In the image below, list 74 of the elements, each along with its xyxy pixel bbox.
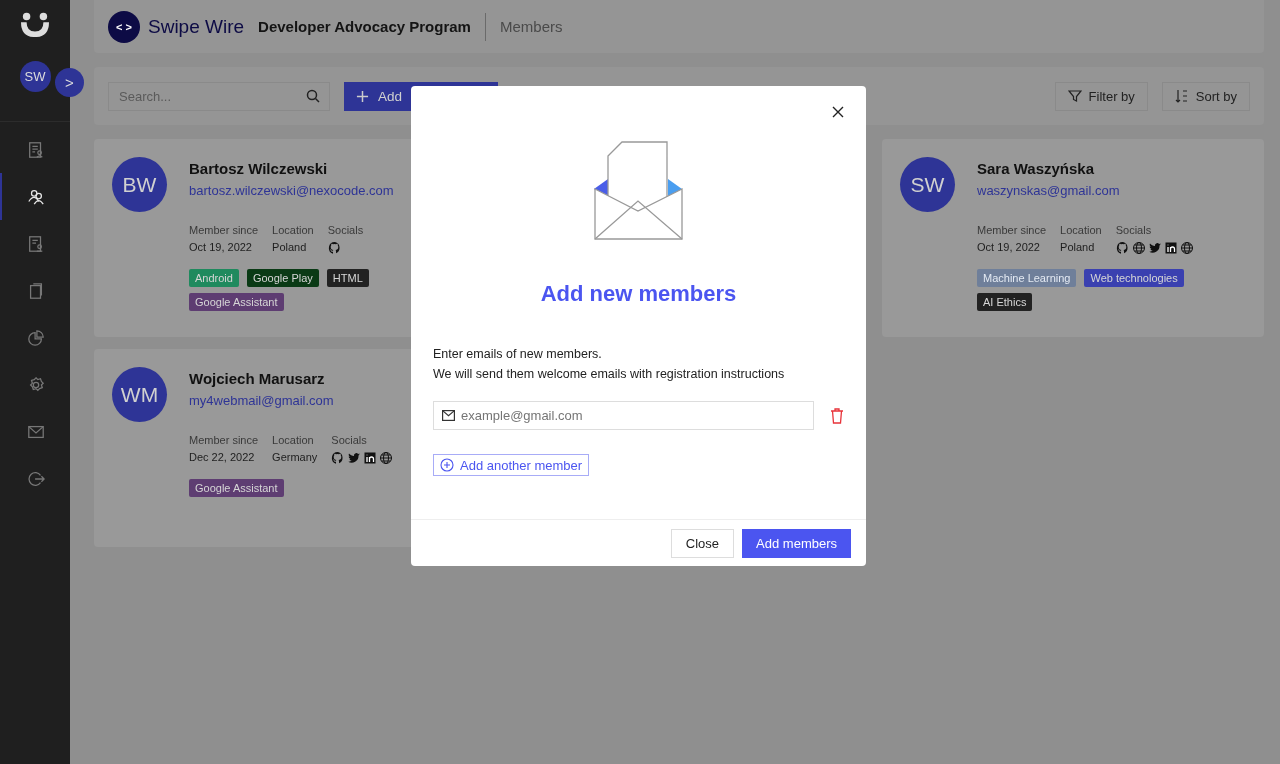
user-avatar[interactable]: SW	[19, 61, 51, 92]
certificate-icon	[27, 234, 45, 253]
meta-label: Location	[272, 434, 315, 446]
topic-tag: Android	[189, 269, 239, 287]
meta-label: Member since	[189, 224, 259, 236]
add-members-button[interactable]: Add members	[742, 528, 851, 558]
member-avatar: WM	[112, 367, 167, 422]
brand-logo: < >	[108, 10, 140, 43]
settings-icon	[27, 375, 45, 394]
github-icon[interactable]	[1115, 241, 1130, 255]
sort-icon	[1174, 89, 1189, 103]
pie-chart-icon	[27, 328, 45, 347]
program-title: Developer Advocacy Program	[258, 18, 471, 35]
member-location: Poland	[272, 241, 308, 253]
trash-icon	[830, 407, 844, 424]
meta-label: Socials	[331, 434, 368, 446]
globe-icon[interactable]	[1179, 241, 1194, 255]
member-avatar: BW	[112, 157, 167, 212]
dialog-title: Add new members	[539, 281, 738, 307]
linkedin-icon[interactable]	[363, 451, 378, 465]
meta-label: Member since	[189, 434, 259, 446]
member-since-date: Oct 19, 2022	[189, 241, 253, 253]
sort-button[interactable]: Sort by	[1161, 81, 1250, 111]
email-link[interactable]: my4webmail@gmail.com	[189, 393, 334, 408]
brand-name: Swipe Wire	[148, 15, 245, 38]
github-icon[interactable]	[331, 451, 346, 465]
logo-icon	[21, 11, 49, 37]
instruction-text: Enter emails of new members.	[433, 347, 603, 361]
filter-icon	[1067, 89, 1082, 103]
meta-label: Location	[1060, 224, 1102, 236]
meta-label: Socials	[327, 224, 364, 236]
email-link[interactable]: bartosz.wilczewski@nexocode.com	[189, 183, 394, 198]
meta-label: Member since	[977, 224, 1047, 236]
member-since-date: Oct 19, 2022	[977, 241, 1041, 253]
twitter-icon[interactable]	[1147, 241, 1162, 255]
meta-label: Socials	[1115, 224, 1153, 236]
member-name: Bartosz Wilczewski	[189, 160, 328, 177]
close-button[interactable]: Close	[670, 528, 735, 558]
globe-icon[interactable]	[1131, 241, 1146, 255]
member-name: Wojciech Marusarz	[189, 370, 325, 387]
people-icon	[27, 187, 45, 206]
member-location: Poland	[1060, 241, 1096, 253]
globe-icon[interactable]	[379, 451, 394, 465]
logout-icon	[27, 469, 45, 488]
document-person-icon	[27, 140, 45, 159]
clipboard-icon	[27, 281, 45, 300]
member-location: Germany	[272, 451, 318, 463]
topic-tag: Google Assistant	[189, 479, 284, 497]
filter-button[interactable]: Filter by	[1054, 81, 1148, 111]
search-field[interactable]: Search...	[108, 81, 330, 111]
search-icon	[306, 88, 320, 103]
meta-label: Location	[272, 224, 314, 236]
member-since-date: Dec 22, 2022	[189, 451, 256, 463]
email-input[interactable]: example@gmail.com	[433, 401, 814, 430]
expand-button[interactable]: >	[55, 68, 84, 97]
instruction-text: We will send them welcome emails with registration instructions	[433, 367, 786, 381]
envelope-icon	[442, 410, 455, 421]
github-icon[interactable]	[327, 241, 342, 255]
topic-tag: Machine Learning	[977, 269, 1077, 287]
email-link[interactable]: waszynskas@gmail.com	[977, 183, 1120, 198]
delete-button[interactable]	[830, 407, 844, 424]
topic-tag: Google Assistant	[189, 293, 284, 311]
linkedin-icon[interactable]	[1163, 241, 1178, 255]
plus-icon	[356, 89, 369, 103]
add-another-member-button[interactable]: Add another member	[433, 454, 590, 476]
topic-tag: HTML	[326, 269, 369, 287]
member-avatar: SW	[900, 157, 955, 212]
member-name: Sara Waszyńska	[977, 160, 1094, 177]
topic-tag: AI Ethics	[977, 293, 1033, 311]
topic-tag: Google Play	[246, 269, 319, 287]
plus-circle-icon	[440, 458, 454, 472]
page-title: Members	[499, 18, 563, 35]
twitter-icon[interactable]	[347, 451, 362, 465]
topic-tag: Web technologies	[1084, 269, 1184, 287]
